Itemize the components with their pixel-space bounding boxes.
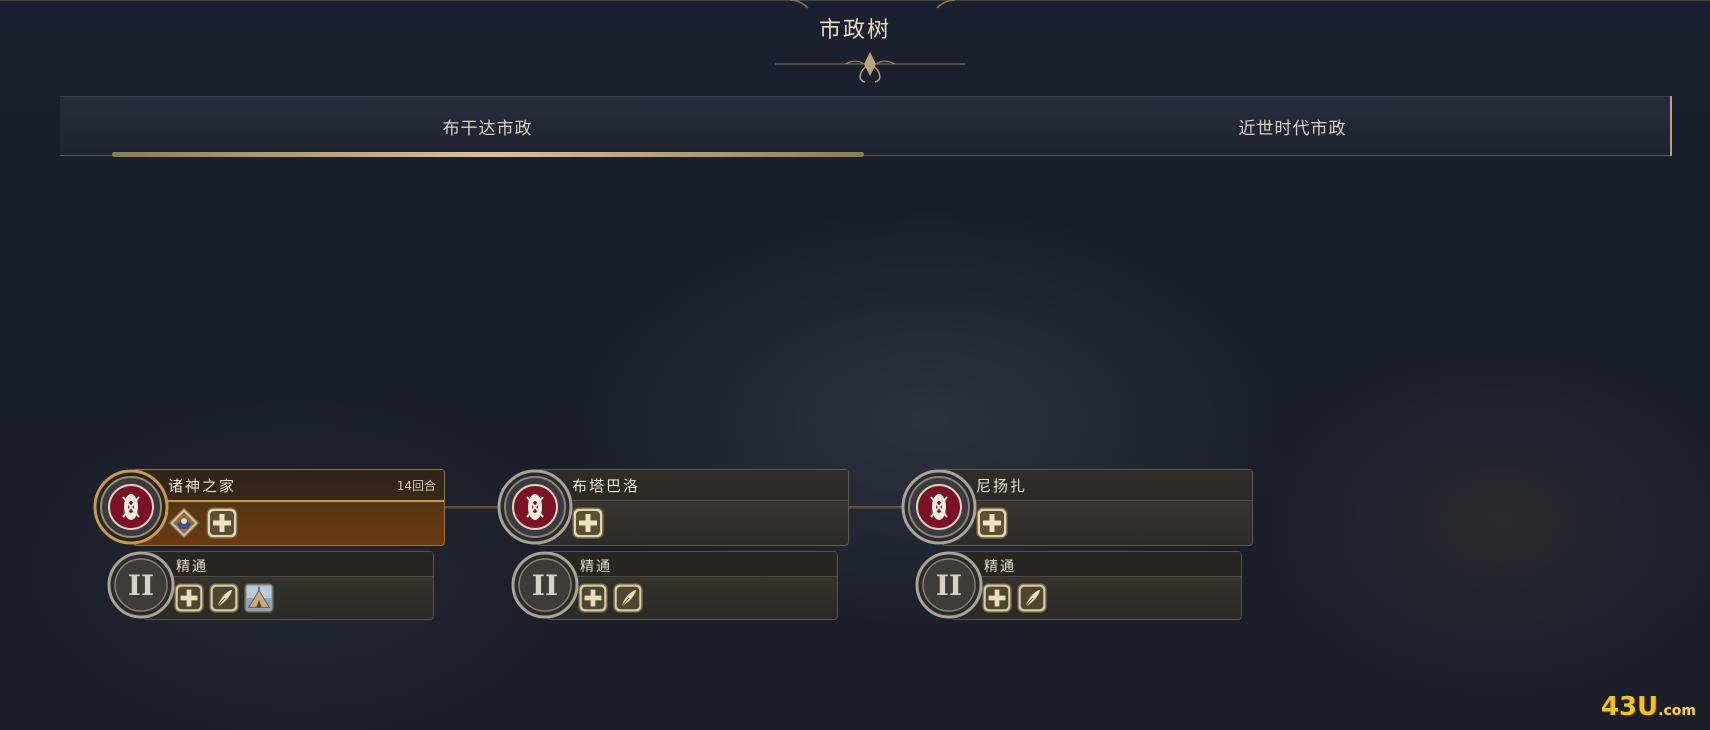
civic-shield-medallion-icon — [93, 469, 169, 545]
tent-icon[interactable] — [244, 583, 274, 613]
mastery-numeral: II — [128, 569, 154, 602]
tab-label: 布干达市政 — [442, 118, 533, 139]
mastery-unlock-icons — [174, 583, 274, 613]
civic-name: 诸神之家 — [168, 477, 237, 495]
mastery-card-body: 精通 — [951, 551, 1242, 620]
civic-card-header: 布塔巴洛 — [538, 470, 848, 501]
plus-icon[interactable] — [578, 583, 608, 613]
civic-name: 尼扬扎 — [976, 477, 1028, 495]
top-notch-right-icon — [936, 0, 955, 9]
mastery-card-body: 精通 — [547, 551, 838, 620]
watermark-suffix: .com — [1658, 703, 1696, 719]
civics-tab-bar: 布干达市政 近世时代市政 — [60, 96, 1670, 157]
tab-selected-indicator — [112, 152, 864, 157]
civic-card-butabalo[interactable]: 布塔巴洛 — [497, 469, 849, 547]
civic-card-nyanza[interactable]: 尼扬扎 — [901, 469, 1253, 547]
mastery-card-nyanza[interactable]: 精通 II — [915, 551, 1242, 621]
tab-label: 近世时代市政 — [1238, 118, 1347, 139]
quill-icon[interactable] — [209, 583, 239, 613]
mastery-name: 精通 — [984, 559, 1016, 575]
civic-unlock-icons — [572, 506, 604, 540]
mastery-numeral: II — [532, 569, 558, 602]
mastery-card-header: 精通 — [548, 552, 837, 577]
mastery-card-butabalo[interactable]: 精通 II — [511, 551, 838, 621]
mastery-numeral-medallion-icon: II — [511, 551, 579, 619]
plus-icon[interactable] — [976, 507, 1008, 539]
civic-turns-remaining: 14回合 — [396, 479, 436, 493]
mastery-name: 精通 — [580, 559, 612, 575]
civic-unlock-icons — [168, 506, 238, 540]
tab-buganda-civics[interactable]: 布干达市政 — [60, 97, 915, 155]
mastery-numeral-medallion-icon: II — [107, 551, 175, 619]
quill-icon[interactable] — [613, 583, 643, 613]
site-watermark-logo: 43U.com — [1601, 692, 1696, 722]
civic-card-body: 诸神之家 14回合 — [133, 469, 445, 546]
civic-card-body: 布塔巴洛 — [537, 469, 849, 546]
mastery-card-house-of-gods[interactable]: 精通 II — [107, 551, 434, 621]
plus-icon[interactable] — [174, 583, 204, 613]
mastery-name: 精通 — [176, 559, 208, 575]
top-notch-left-icon — [790, 0, 809, 9]
mastery-card-body: 精通 — [143, 551, 434, 620]
civic-card-header: 尼扬扎 — [942, 470, 1252, 501]
civics-tree-screen: 市政树 布干达市政 近世时代市政 诸神之家 14回合 布塔巴洛 尼扬扎 精通 I… — [0, 0, 1710, 730]
civic-card-house-of-gods[interactable]: 诸神之家 14回合 — [93, 469, 445, 547]
mastery-numeral-medallion-icon: II — [915, 551, 983, 619]
civic-shield-medallion-icon — [901, 469, 977, 545]
watermark-main: 43U — [1600, 692, 1659, 722]
tree-connector — [443, 506, 501, 509]
mastery-unlock-icons — [982, 583, 1047, 613]
mastery-card-header: 精通 — [144, 552, 433, 577]
diamond-unit-icon[interactable] — [168, 507, 200, 539]
tab-exploration-age-civics[interactable]: 近世时代市政 — [915, 97, 1670, 155]
civic-unlock-icons — [976, 506, 1008, 540]
title-ornament-icon — [775, 52, 965, 83]
page-title: 市政树 — [818, 18, 891, 43]
tree-connector — [847, 506, 905, 509]
plus-icon[interactable] — [982, 583, 1012, 613]
mastery-unlock-icons — [578, 583, 643, 613]
mastery-card-header: 精通 — [952, 552, 1241, 577]
civic-card-body: 尼扬扎 — [941, 469, 1253, 546]
plus-icon[interactable] — [572, 507, 604, 539]
mastery-numeral: II — [936, 569, 962, 602]
plus-icon[interactable] — [206, 507, 238, 539]
civic-name: 布塔巴洛 — [572, 477, 641, 495]
top-frame — [0, 0, 1710, 5]
civic-shield-medallion-icon — [497, 469, 573, 545]
quill-icon[interactable] — [1017, 583, 1047, 613]
civic-card-header: 诸神之家 14回合 — [134, 470, 444, 502]
